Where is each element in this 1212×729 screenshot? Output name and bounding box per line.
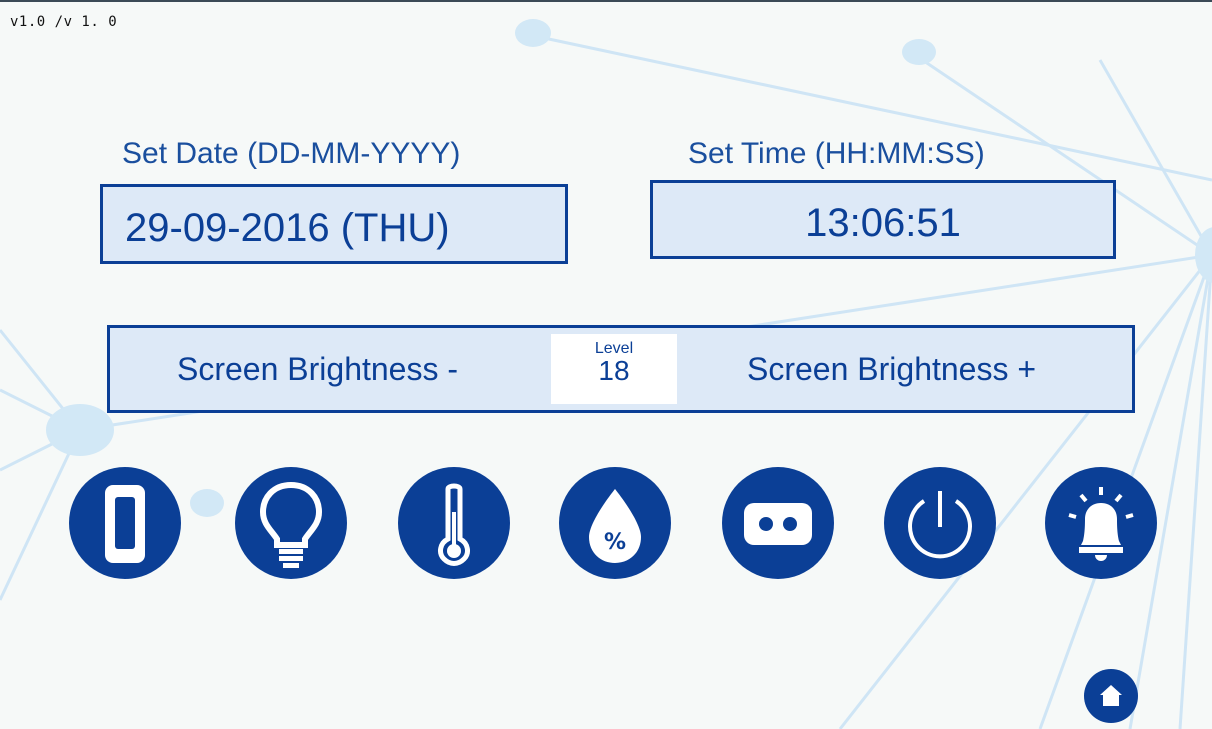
level-value: 18 [598,355,630,386]
version-label: v1.0 /v 1. 0 [10,14,118,30]
battery-button[interactable] [69,467,181,579]
brightness-increase-button[interactable]: Screen Brightness + [747,328,1036,410]
humidity-icon: % [589,489,641,563]
brightness-level-display: Level 18 [551,334,677,404]
time-field[interactable]: 13:06:51 [650,180,1116,259]
battery-icon [105,485,145,563]
date-label: Set Date (DD-MM-YYYY) [122,137,461,170]
power-icon [908,491,972,559]
cassette-button[interactable] [722,467,834,579]
cassette-icon [744,503,812,545]
date-field[interactable]: 29-09-2016 (THU) [100,184,568,264]
thermometer-icon [438,483,470,566]
alarm-button[interactable] [1045,467,1157,579]
humidity-button[interactable]: % [559,467,671,579]
alarm-bell-icon [1068,487,1134,561]
top-border-line [0,0,1212,2]
svg-text:%: % [604,530,626,555]
home-icon [1100,685,1122,706]
brightness-control-bar: Screen Brightness - Level 18 Screen Brig… [107,325,1135,413]
time-label: Set Time (HH:MM:SS) [688,137,985,170]
temperature-button[interactable] [398,467,510,579]
light-button[interactable] [235,467,347,579]
home-button[interactable] [1084,669,1138,723]
power-button[interactable] [884,467,996,579]
lightbulb-icon [259,481,323,568]
brightness-decrease-button[interactable]: Screen Brightness - [177,328,458,410]
